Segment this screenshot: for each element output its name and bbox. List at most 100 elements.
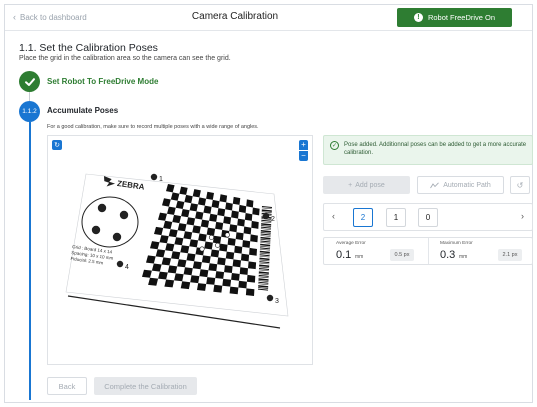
- fiducial-dot: [119, 210, 129, 220]
- plus-icon: +: [348, 181, 353, 189]
- checker-square: [206, 227, 216, 236]
- step-freedrive-label: Set Robot To FreeDrive Mode: [47, 77, 159, 86]
- checker-square: [200, 219, 210, 228]
- checker-square: [215, 221, 224, 230]
- checker-square: [189, 239, 199, 248]
- checker-square: [197, 283, 207, 291]
- checker-square: [252, 207, 260, 216]
- grid-fiducial: [208, 234, 214, 240]
- grid-fiducial: [215, 242, 221, 248]
- checker-square: [222, 278, 232, 287]
- checker-square: [249, 247, 257, 256]
- step-connector: [29, 92, 30, 101]
- checker-square: [225, 251, 235, 260]
- checker-square: [171, 251, 181, 260]
- section-subtitle: Place the grid in the calibration area s…: [19, 55, 231, 62]
- back-to-dashboard-label: Back to dashboard: [20, 12, 87, 22]
- automatic-path-label: Automatic Path: [443, 181, 491, 189]
- checker-square: [158, 271, 168, 280]
- add-pose-button[interactable]: + Add pose: [323, 176, 410, 194]
- checker-square: [238, 204, 247, 213]
- checker-square: [192, 261, 202, 270]
- checker-square: [206, 191, 214, 200]
- checker-square: [238, 280, 247, 289]
- step-progress-line: [29, 122, 31, 400]
- checker-square: [180, 245, 190, 254]
- svg-text:4: 4: [125, 264, 129, 271]
- pose-page-button[interactable]: 0: [418, 208, 438, 227]
- checker-square: [243, 226, 252, 235]
- chevron-right-icon[interactable]: ›: [521, 211, 524, 221]
- fiducial-dot: [112, 232, 122, 242]
- complete-calibration-button[interactable]: Complete the Calibration: [94, 377, 197, 395]
- svg-text:1: 1: [159, 176, 163, 183]
- path-icon: [430, 181, 440, 188]
- header: ‹ Back to dashboard Camera Calibration !…: [5, 5, 532, 31]
- svg-text:2: 2: [271, 216, 275, 223]
- checker-square: [186, 253, 196, 262]
- chevron-left-icon[interactable]: ‹: [332, 211, 335, 221]
- pose-page-button[interactable]: 1: [386, 208, 406, 227]
- checker-square: [229, 224, 238, 233]
- camera-view[interactable]: ZEBRA Grid : Board 14 x 14 Spacing: 10 x…: [47, 135, 313, 365]
- calibration-board-image: ZEBRA Grid : Board 14 x 14 Spacing: 10 x…: [65, 173, 289, 329]
- step-number-badge: 1.1.2: [19, 101, 40, 122]
- checker-square: [183, 267, 193, 276]
- step-accumulate-label: Accumulate Poses: [47, 106, 119, 115]
- checker-square: [219, 243, 228, 252]
- notice-text: Pose added. Additionnal poses can be add…: [344, 142, 527, 156]
- checker-square: [246, 199, 254, 208]
- checker-square: [227, 237, 236, 246]
- checker-square: [192, 225, 201, 234]
- pose-added-notice: ✓ Pose added. Additionnal poses can be a…: [323, 135, 533, 165]
- checker-square: [195, 211, 204, 220]
- svg-text:3: 3: [275, 298, 279, 305]
- maximum-error-value: 0.3: [440, 249, 456, 261]
- checker-square: [232, 259, 241, 268]
- checker-square: [209, 213, 218, 222]
- checker-square: [237, 218, 245, 227]
- checker-square: [208, 263, 218, 272]
- checker-square: [215, 271, 225, 279]
- pose-page-button[interactable]: 2: [353, 208, 373, 227]
- robot-freedrive-label: Robot FreeDrive On: [427, 13, 496, 22]
- checker-square: [234, 245, 243, 254]
- fiducial-dot: [97, 203, 107, 213]
- page-title: Camera Calibration: [191, 11, 279, 22]
- back-button[interactable]: Back: [47, 377, 87, 395]
- checker-square: [219, 194, 228, 203]
- checker-square: [217, 257, 226, 266]
- reset-button[interactable]: ↺: [510, 176, 530, 194]
- check-circle-icon: ✓: [330, 141, 339, 150]
- checker-square: [206, 277, 216, 285]
- reset-icon: ↺: [516, 180, 524, 190]
- checker-square: [250, 234, 258, 243]
- automatic-path-button[interactable]: Automatic Path: [417, 176, 504, 194]
- back-to-dashboard-link[interactable]: ‹ Back to dashboard: [13, 12, 87, 22]
- checker-square: [229, 286, 239, 295]
- maximum-error-px: 2.1 px: [498, 249, 522, 261]
- robot-freedrive-button[interactable]: ! Robot FreeDrive On: [397, 8, 512, 27]
- checker-square: [174, 273, 184, 282]
- zoom-in-button[interactable]: +: [299, 140, 308, 150]
- checker-square: [239, 267, 248, 275]
- checker-square: [241, 253, 250, 262]
- zoom-out-button[interactable]: −: [299, 151, 308, 161]
- checker-square: [201, 255, 211, 264]
- checker-square: [242, 240, 251, 248]
- checker-square: [246, 274, 256, 283]
- step-complete-icon: [19, 71, 40, 92]
- checker-square: [204, 241, 213, 250]
- checker-square: [203, 205, 212, 214]
- checker-square: [211, 199, 220, 209]
- maximum-error-unit: mm: [459, 254, 468, 260]
- checker-square: [244, 213, 253, 221]
- add-pose-label: Add pose: [355, 181, 385, 189]
- refresh-icon[interactable]: ↻: [52, 140, 62, 150]
- app-window: ‹ Back to dashboard Camera Calibration !…: [4, 4, 533, 403]
- checker-square: [232, 196, 241, 205]
- checker-square: [198, 197, 207, 206]
- divider: [428, 238, 429, 264]
- info-icon: !: [413, 13, 423, 22]
- grid-fiducial: [199, 246, 205, 252]
